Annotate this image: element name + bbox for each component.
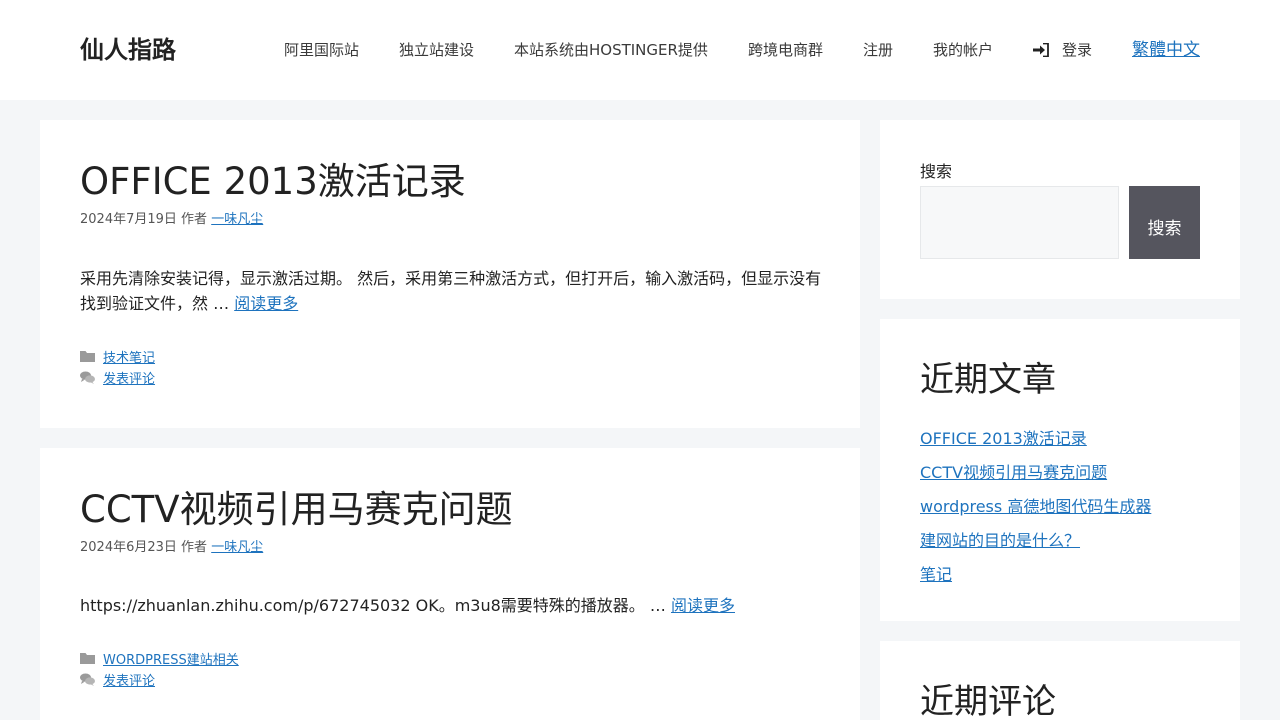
post-excerpt: https://zhuanlan.zhihu.com/p/672745032 O… [80,593,825,618]
post-date: 2024年6月23日 [80,540,177,555]
site-header: 仙人指路 阿里国际站 独立站建设 本站系统由HOSTINGER提供 跨境电商群 … [0,0,1280,100]
folder-icon [80,350,95,362]
language-switch-link[interactable]: 繁體中文 [1132,38,1200,62]
author-prefix: 作者 [181,212,208,227]
post-excerpt: 采用先清除安装记得，显示激活过期。 然后，采用第三种激活方式，但打开后，输入激活… [80,266,825,316]
comment-link[interactable]: 发表评论 [103,368,155,387]
excerpt-text: https://zhuanlan.zhihu.com/p/672745032 O… [80,596,666,615]
search-button[interactable]: 搜索 [1129,186,1200,259]
comments-icon [80,673,95,686]
search-label: 搜索 [920,162,953,181]
post-comments: 发表评论 [80,367,155,387]
comment-link[interactable]: 发表评论 [103,670,155,689]
recent-post-link[interactable]: wordpress 高德地图代码生成器 [920,490,1151,524]
recent-post-link[interactable]: 笔记 [920,558,1151,592]
post-category: WORDPRESS建站相关 [80,648,239,668]
post-meta: 2024年6月23日 作者 一味凡尘 [80,538,263,558]
post-comments: 发表评论 [80,669,155,689]
recent-post-link[interactable]: 建网站的目的是什么？ [920,524,1151,558]
post-card: OFFICE 2013激活记录 2024年7月19日 作者 一味凡尘 采用先清除… [40,120,860,428]
category-link[interactable]: 技术笔记 [103,347,155,366]
post-date: 2024年7月19日 [80,212,177,227]
nav-item-my-account[interactable]: 我的帐户 [933,38,993,62]
post-author-link[interactable]: 一味凡尘 [211,540,263,555]
recent-post-link[interactable]: OFFICE 2013激活记录 [920,422,1151,456]
recent-posts-title: 近期文章 [920,360,1056,400]
nav-item-register[interactable]: 注册 [863,38,893,62]
excerpt-text: 采用先清除安装记得，显示激活过期。 然后，采用第三种激活方式，但打开后，输入激活… [80,269,822,313]
post-meta: 2024年7月19日 作者 一味凡尘 [80,210,263,230]
recent-post-link[interactable]: CCTV视频引用马赛克问题 [920,456,1151,490]
recent-comments-title: 近期评论 [920,682,1056,720]
search-widget: 搜索 搜索 [880,120,1240,299]
sign-in-icon [1032,43,1049,57]
read-more-link[interactable]: 阅读更多 [234,294,298,313]
site-title[interactable]: 仙人指路 [80,34,176,66]
post-category: 技术笔记 [80,346,155,366]
read-more-link[interactable]: 阅读更多 [671,596,735,615]
nav-item-hostinger[interactable]: 本站系统由HOSTINGER提供 [514,38,708,62]
folder-icon [80,652,95,664]
search-input[interactable] [920,186,1119,259]
recent-posts-widget: 近期文章 OFFICE 2013激活记录 CCTV视频引用马赛克问题 wordp… [880,319,1240,621]
recent-comments-widget: 近期评论 [880,641,1240,720]
login-label: 登录 [1061,41,1092,59]
author-prefix: 作者 [181,540,208,555]
post-title[interactable]: CCTV视频引用马赛克问题 [80,486,513,534]
main-nav: 阿里国际站 独立站建设 本站系统由HOSTINGER提供 跨境电商群 注册 我的… [284,38,1200,62]
comments-icon [80,371,95,384]
post-author-link[interactable]: 一味凡尘 [211,212,263,227]
nav-item-ecommerce-group[interactable]: 跨境电商群 [748,38,823,62]
nav-item-alibaba[interactable]: 阿里国际站 [284,38,359,62]
post-title[interactable]: OFFICE 2013激活记录 [80,158,466,206]
nav-item-independent-site[interactable]: 独立站建设 [399,38,474,62]
post-card: CCTV视频引用马赛克问题 2024年6月23日 作者 一味凡尘 https:/… [40,448,860,720]
category-link[interactable]: WORDPRESS建站相关 [103,649,239,668]
recent-posts-list: OFFICE 2013激活记录 CCTV视频引用马赛克问题 wordpress … [920,422,1151,592]
nav-item-login[interactable]: 登录 [1032,38,1092,62]
